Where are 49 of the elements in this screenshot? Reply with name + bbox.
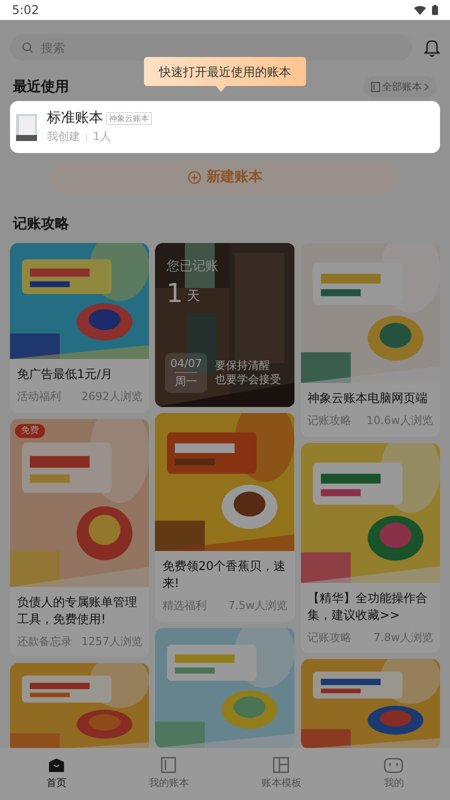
book-creator: 我创建 [47,129,80,146]
view-count: 7.5w人浏览 [228,598,288,614]
quote-line: 要保持清醒 [215,359,272,373]
article-card[interactable]: 【精华】全功能操作合集，建议收藏>> 记账攻略 7.8w人浏览 [300,442,440,653]
article-category: 精选福利 [162,598,206,614]
view-count: 7.8w人浏览 [373,630,433,646]
day-unit: 天 [186,288,200,306]
home-icon [48,758,65,772]
wifi-icon [414,6,426,14]
book-icon [371,82,380,92]
article-category: 活动福利 [17,389,61,405]
diary-label: 您已记账 [166,258,218,276]
view-count: 2692人浏览 [81,389,142,405]
day-count: 1 [166,280,183,306]
section-title: 最近使用 [13,78,69,96]
book-icon [161,757,176,773]
section-title: 记账攻略 [12,215,70,234]
book-tag: 神象云账本 [106,112,152,126]
article-title: 负债人的专属账单管理工具，免费使用! [17,594,138,628]
article-card[interactable]: 免费 负债人的专属账单管理工具，免费使用! 还款备忘录 1257人浏览 [10,418,150,657]
quote-line: 也要学会接受 [215,372,282,386]
tooltip-arrow [216,86,226,92]
article-title: 免费领20个香蕉贝，速来! [162,558,287,592]
article-title: 【精华】全功能操作合集，建议收藏>> [308,590,429,624]
tooltip: 快速打开最近使用的账本 [144,57,306,86]
chevron-icon [424,83,429,91]
article-title: 神象云账本电脑网页端 [308,390,429,407]
bell-icon[interactable] [424,38,440,56]
article-card[interactable]: 免广告最低1元/月 活动福利 2692人浏览 [10,243,150,412]
member-count: 1人 [93,129,111,146]
book-cover-icon [16,114,37,140]
article-category: 记账攻略 [308,630,352,646]
article-title: 免广告最低1元/月 [17,366,114,383]
profile-icon [384,758,404,772]
article-card[interactable]: 神象云账本电脑网页端 记账攻略 10.6w人浏览 [300,243,440,436]
article-card[interactable]: 免费领20个香蕉贝，速来! 精选福利 7.5w人浏览 [155,413,295,622]
status-time: 5:02 [12,2,39,19]
plus-icon [188,171,200,184]
view-count: 1257人浏览 [81,634,142,650]
article-category: 还款备忘录 [17,634,72,650]
recent-book-card[interactable]: 标准账本 神象云账本 我创建 1人 [10,101,440,153]
search-icon [22,42,33,53]
template-icon [273,757,290,773]
view-count: 10.6w人浏览 [366,413,433,429]
nav-tab[interactable]: 首页 [0,748,112,800]
article-category: 记账攻略 [308,413,352,429]
diary-card[interactable]: 您已记账 1 天 04/07 周一 要保持清醒 也要学会接受 [155,243,295,407]
book-name: 标准账本 [47,109,103,128]
battery-icon [432,5,438,15]
